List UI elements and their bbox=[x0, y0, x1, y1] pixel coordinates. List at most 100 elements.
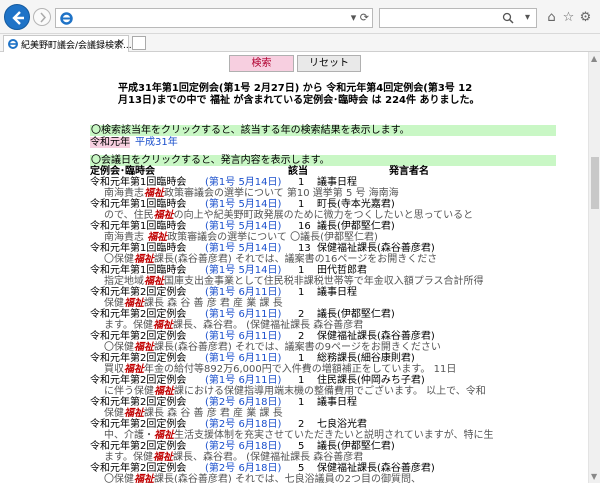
snippet-before: 保健 bbox=[104, 408, 124, 419]
speaker-name: 議事日程 bbox=[317, 397, 357, 408]
meeting-date-link[interactable]: (第2号 6月18日) bbox=[205, 419, 281, 430]
page-content: 検索 リセット 平成31年第1回定例会(第1号 2月27日) から 令和元年第4… bbox=[0, 52, 588, 483]
result-snippet: 〇保健福祉課長(森谷善彦君) それでは、議案書の16ページをお開きくださ bbox=[104, 254, 437, 265]
result-snippet: ので、住民福祉の向上や紀美野町政発展のために微力をつくしたいと思っていると bbox=[104, 210, 473, 221]
snippet-before: 指定地域 bbox=[104, 276, 144, 287]
table-row: 令和元年第1回臨時会 (第1号 5月14日) 1 町長(寺本光嘉君) ので、住民福祉の向… bbox=[90, 199, 580, 221]
table-row: 令和元年第2回定例会 (第2号 6月18日) 2 七良浴光君 中、介護・福祉生活支援体制… bbox=[90, 419, 580, 441]
result-summary: 平成31年第1回定例会(第1号 2月27日) から 令和元年第4回定例会(第3号… bbox=[118, 83, 480, 106]
meeting-date-link[interactable]: (第1号 6月11日) bbox=[205, 353, 281, 364]
keyword-highlight: 福祉 bbox=[134, 474, 154, 483]
meeting-date-link[interactable]: (第1号 5月14日) bbox=[205, 265, 281, 276]
speaker-name: 議長(伊都堅仁君) bbox=[317, 441, 395, 452]
result-snippet: 指定地域福祉国庫支出金事業として住民税非課税世帯等で年金収入額プラス合計所得 bbox=[104, 276, 484, 287]
snippet-after: 政策審議会の選挙について 〇議長(伊都堅仁君) bbox=[167, 232, 378, 243]
table-row: 令和元年第2回定例会 (第1号 6月11日) 2 保健福祉課長(森谷善彦君) 〇保健福祉… bbox=[90, 331, 580, 353]
speaker-name: 保健福祉課長(森谷善彦君) bbox=[317, 463, 435, 474]
hit-count: 5 bbox=[298, 463, 305, 474]
star-icon[interactable]: ☆ bbox=[560, 9, 577, 27]
snippet-after: 課長(森谷善彦君) それでは、七良浴議員の2つ目の御質問、 bbox=[154, 474, 422, 483]
internet-explorer-icon bbox=[8, 39, 18, 49]
meeting-date-link[interactable]: (第1号 5月14日) bbox=[205, 221, 281, 232]
meeting-name: 令和元年第2回定例会 bbox=[90, 419, 187, 430]
reset-button[interactable]: リセット bbox=[297, 55, 361, 72]
snippet-before: 保健 bbox=[104, 298, 124, 309]
hit-count: 2 bbox=[298, 331, 305, 342]
column-header-speaker: 発言者名 bbox=[389, 166, 429, 177]
meeting-date-link[interactable]: (第2号 6月18日) bbox=[205, 463, 281, 474]
table-row: 令和元年第2回定例会 (第1号 6月11日) 1 住民課長(仲岡みち子君) に伴う保健福… bbox=[90, 375, 580, 397]
snippet-before: ます。保健 bbox=[104, 452, 153, 463]
keyword-highlight: 福祉 bbox=[153, 320, 173, 331]
search-button[interactable]: 検索 bbox=[229, 55, 294, 72]
new-tab-button[interactable] bbox=[132, 36, 146, 50]
meeting-date-link[interactable]: (第2号 6月18日) bbox=[205, 397, 281, 408]
meeting-date-link[interactable]: (第1号 6月11日) bbox=[205, 331, 281, 342]
keyword-highlight: 福祉 bbox=[124, 298, 144, 309]
speaker-name: 七良浴光君 bbox=[317, 419, 367, 430]
vertical-scrollbar[interactable]: ▲ ▼ bbox=[588, 52, 600, 483]
meeting-date-link[interactable]: (第1号 6月11日) bbox=[205, 287, 281, 298]
result-snippet: 南海貴志福祉政策審議会の選挙について 第10 選挙第 5 号 海南海 bbox=[104, 188, 399, 199]
keyword-highlight: 福祉 bbox=[134, 342, 154, 353]
hit-count: 5 bbox=[298, 441, 305, 452]
search-icon[interactable] bbox=[502, 12, 514, 24]
gear-icon[interactable]: ⚙ bbox=[577, 9, 594, 27]
snippet-after: 課長(森谷善彦君) それでは、議案書の16ページをお開きくださ bbox=[154, 254, 438, 265]
year-hint: 〇検索該当年をクリックすると、該当する年の検索結果を表示します。 bbox=[90, 125, 556, 136]
meeting-date-link[interactable]: (第1号 5月14日) bbox=[205, 177, 281, 188]
meeting-date-link[interactable]: (第1号 5月14日) bbox=[205, 243, 281, 254]
meeting-date-link[interactable]: (第2号 6月18日) bbox=[205, 441, 281, 452]
meeting-name: 令和元年第2回定例会 bbox=[90, 441, 187, 452]
snippet-before: 買収 bbox=[104, 364, 124, 375]
refresh-icon[interactable]: ▾ ⟳ bbox=[351, 11, 369, 24]
home-icon[interactable]: ⌂ bbox=[543, 9, 560, 27]
snippet-after: 国庫支出金事業として住民税非課税世帯等で年金収入額プラス合計所得 bbox=[164, 276, 484, 287]
speaker-name: 議事日程 bbox=[317, 177, 357, 188]
meeting-name: 令和元年第1回臨時会 bbox=[90, 199, 187, 210]
speaker-name: 田代哲郎君 bbox=[317, 265, 367, 276]
meeting-date-link[interactable]: (第1号 6月11日) bbox=[205, 375, 281, 386]
year-link-reiwa1[interactable]: 令和元年 bbox=[90, 137, 130, 148]
year-link-heisei31[interactable]: 平成31年 bbox=[135, 137, 178, 148]
meeting-name: 令和元年第2回定例会 bbox=[90, 353, 187, 364]
snippet-before: 南海貴志 bbox=[104, 188, 144, 199]
result-snippet: 保健福祉課長 森 谷 善 彦 君 産 業 課 長 bbox=[104, 298, 283, 309]
snippet-after: 年金の給付等892万6,000円で入件費の増額補正をしています。 11日 bbox=[144, 364, 457, 375]
hit-count: 1 bbox=[298, 199, 305, 210]
snippet-after: 課長、森谷君。 (保健福祉課長 森谷善彦君 bbox=[173, 320, 364, 331]
browser-search-input[interactable]: ▾ bbox=[379, 8, 537, 28]
browser-tab[interactable]: 紀美野町議会/会議録検索... × bbox=[3, 35, 132, 52]
meeting-name: 令和元年第2回定例会 bbox=[90, 309, 187, 320]
keyword-highlight: 福祉 bbox=[124, 364, 144, 375]
keyword-highlight: 福祉 bbox=[153, 452, 173, 463]
keyword-highlight: 福祉 bbox=[153, 210, 174, 221]
meeting-hint: 〇会議日をクリックすると、発言内容を表示します。 bbox=[90, 155, 556, 166]
url-input[interactable]: ▾ ⟳ bbox=[55, 8, 373, 28]
meeting-date-link[interactable]: (第1号 5月14日) bbox=[205, 199, 281, 210]
keyword-highlight: 福祉 bbox=[147, 232, 168, 243]
snippet-before: ます。保健 bbox=[104, 320, 153, 331]
chevron-down-icon[interactable]: ▾ bbox=[525, 12, 530, 23]
scrollbar-thumb[interactable] bbox=[591, 157, 599, 209]
snippet-before: 中、介護・ bbox=[104, 430, 154, 441]
hit-count: 16 bbox=[298, 221, 311, 232]
meeting-name: 令和元年第2回定例会 bbox=[90, 375, 187, 386]
result-snippet: ます。保健福祉課長、森谷君。 (保健福祉課長 森谷善彦君 bbox=[104, 452, 363, 463]
close-icon[interactable]: × bbox=[117, 37, 125, 48]
scroll-down-icon[interactable]: ▼ bbox=[591, 472, 597, 481]
hit-count: 1 bbox=[298, 375, 305, 386]
scroll-up-icon[interactable]: ▲ bbox=[591, 54, 597, 63]
meeting-name: 令和元年第2回定例会 bbox=[90, 287, 187, 298]
table-row: 令和元年第1回臨時会 (第1号 5月14日) 16 議長(伊都堅仁君) 南海貴志 福祉政… bbox=[90, 221, 580, 243]
tab-title: 紀美野町議会/会議録検索... bbox=[21, 41, 132, 51]
keyword-highlight: 福祉 bbox=[134, 254, 154, 265]
snippet-before: 〇保健 bbox=[104, 474, 134, 483]
snippet-after: 課における保健指導用端末機の整備費用でございます。 以上で、令和 bbox=[174, 386, 486, 397]
meeting-date-link[interactable]: (第1号 6月11日) bbox=[205, 309, 281, 320]
back-button[interactable] bbox=[4, 4, 30, 30]
forward-button[interactable] bbox=[33, 8, 51, 26]
arrow-left-icon bbox=[12, 11, 24, 25]
internet-explorer-icon bbox=[60, 12, 73, 25]
result-list: 令和元年第1回臨時会 (第1号 5月14日) 1 議事日程 南海貴志福祉政策審議会の選挙… bbox=[90, 177, 580, 483]
